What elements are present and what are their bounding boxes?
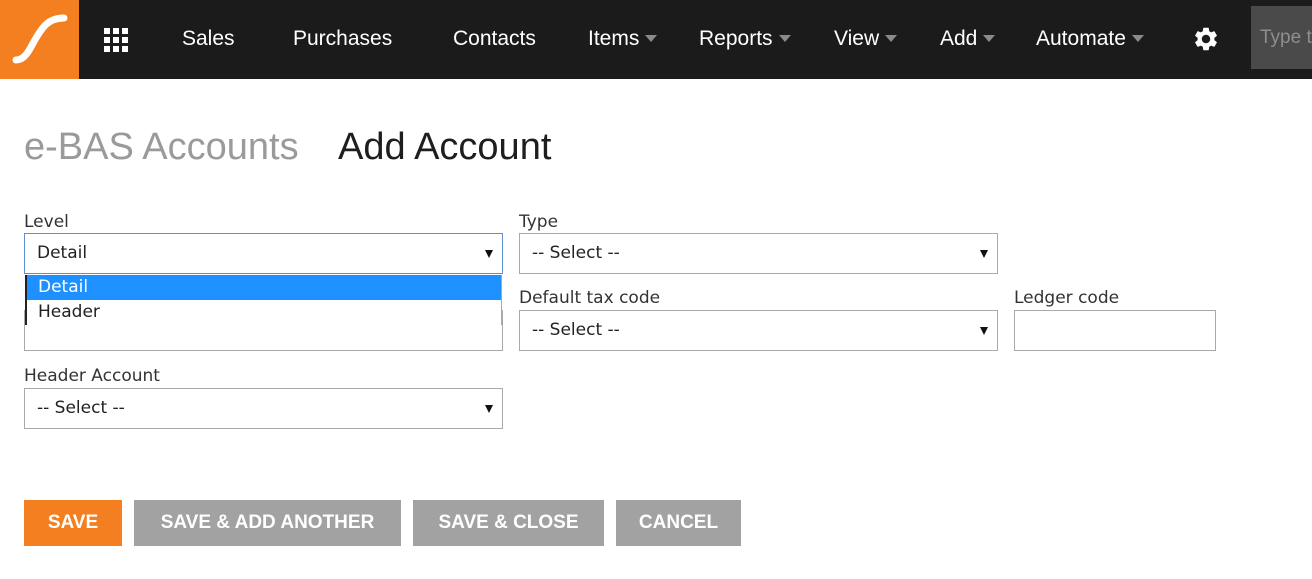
app-grid-icon[interactable] bbox=[104, 28, 128, 52]
header-account-label: Header Account bbox=[24, 366, 160, 386]
dropdown-arrow-icon bbox=[485, 250, 493, 258]
ledger-code-input[interactable] bbox=[1014, 310, 1216, 351]
caret-down-icon bbox=[778, 35, 791, 42]
nav-automate-label: Automate bbox=[1036, 27, 1126, 50]
nav-purchases-label: Purchases bbox=[293, 27, 393, 50]
dropdown-arrow-icon bbox=[980, 250, 988, 258]
page-title: Add Account bbox=[338, 126, 552, 168]
nav-view-label: View bbox=[834, 27, 880, 50]
level-select[interactable]: Detail bbox=[24, 233, 503, 274]
level-label: Level bbox=[24, 212, 69, 232]
caret-down-icon bbox=[983, 35, 996, 42]
header-account-value: -- Select -- bbox=[37, 398, 125, 418]
breadcrumb[interactable]: e-BAS Accounts bbox=[24, 126, 299, 169]
nav-items[interactable]: Items bbox=[588, 0, 658, 79]
level-option-detail[interactable]: Detail bbox=[27, 275, 501, 300]
nav-add-label: Add bbox=[940, 27, 978, 50]
type-select[interactable]: -- Select -- bbox=[519, 233, 998, 274]
nav-view[interactable]: View bbox=[834, 0, 898, 79]
gear-icon[interactable] bbox=[1192, 25, 1220, 53]
nav-contacts[interactable]: Contacts bbox=[453, 0, 536, 79]
header-account-select[interactable]: -- Select -- bbox=[24, 388, 503, 429]
nav-reports-label: Reports bbox=[699, 27, 773, 50]
swoosh-logo-icon[interactable] bbox=[0, 0, 79, 79]
dropdown-arrow-icon bbox=[485, 405, 493, 413]
level-dropdown-list: Detail Header bbox=[25, 275, 502, 325]
nav-reports[interactable]: Reports bbox=[699, 0, 791, 79]
nav-automate[interactable]: Automate bbox=[1036, 0, 1144, 79]
dropdown-arrow-icon bbox=[980, 327, 988, 335]
save-close-button[interactable]: SAVE & CLOSE bbox=[413, 500, 604, 546]
level-select-value: Detail bbox=[37, 243, 88, 263]
type-label: Type bbox=[519, 212, 559, 232]
caret-down-icon bbox=[1131, 35, 1144, 42]
ledger-code-label: Ledger code bbox=[1014, 288, 1120, 308]
caret-down-icon bbox=[885, 35, 898, 42]
cancel-button[interactable]: CANCEL bbox=[616, 500, 741, 546]
top-nav-bar: Sales Purchases Contacts Items Reports V… bbox=[0, 0, 1312, 79]
search-input[interactable] bbox=[1251, 6, 1312, 69]
default-tax-code-label: Default tax code bbox=[519, 288, 661, 308]
level-option-header[interactable]: Header bbox=[27, 300, 501, 325]
nav-items-label: Items bbox=[588, 27, 640, 50]
default-tax-code-value: -- Select -- bbox=[532, 320, 620, 340]
save-button[interactable]: SAVE bbox=[24, 500, 122, 546]
default-tax-code-select[interactable]: -- Select -- bbox=[519, 310, 998, 351]
nav-sales-label: Sales bbox=[182, 27, 235, 50]
caret-down-icon bbox=[645, 35, 658, 42]
save-add-another-button[interactable]: SAVE & ADD ANOTHER bbox=[134, 500, 401, 546]
nav-contacts-label: Contacts bbox=[453, 27, 536, 50]
type-select-value: -- Select -- bbox=[532, 243, 620, 263]
nav-sales[interactable]: Sales bbox=[182, 0, 235, 79]
nav-purchases[interactable]: Purchases bbox=[293, 0, 392, 79]
nav-add[interactable]: Add bbox=[940, 0, 996, 79]
